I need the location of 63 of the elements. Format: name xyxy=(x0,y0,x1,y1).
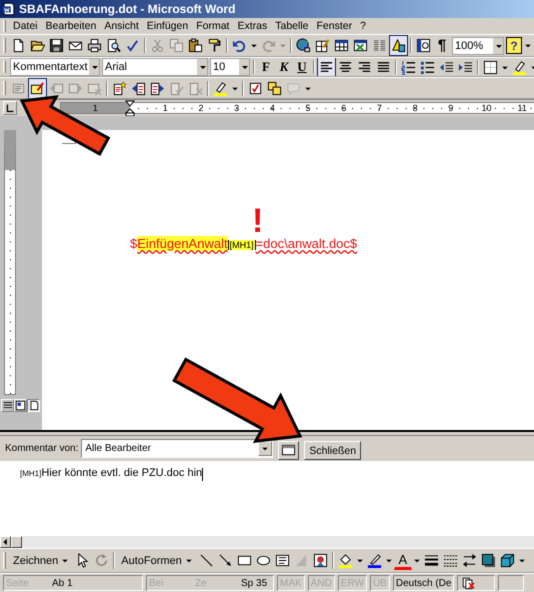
ruler-number: 1 xyxy=(92,103,98,113)
comment-text: Hier könnte evtl. die PZU.doc hin xyxy=(41,467,202,479)
ruler-number: 11 xyxy=(516,103,528,113)
menu-item[interactable]: ? xyxy=(356,20,370,32)
formatting-marks-button[interactable]: ¶ xyxy=(433,35,451,56)
border-icon[interactable] xyxy=(481,58,500,76)
field-code-text: $ xyxy=(130,236,138,251)
reviewer-dropdown[interactable]: Alle Bearbeiter xyxy=(81,439,274,458)
ruler-number: 2 xyxy=(197,103,204,113)
highlighted-text: EinfügenAnwalt xyxy=(137,236,228,251)
zoom-dropdown[interactable]: 100% xyxy=(452,36,504,54)
font-size-dropdown[interactable]: 10 xyxy=(210,58,250,76)
app-icon xyxy=(2,2,16,16)
style-dropdown[interactable]: Kommentartext xyxy=(10,58,100,76)
tab-selector-button[interactable] xyxy=(3,101,17,115)
menu-item[interactable]: Einfügen xyxy=(142,20,192,32)
menu-item[interactable]: Extras xyxy=(233,20,272,32)
exclamation-mark: ! xyxy=(252,204,264,238)
ruler-number: 3 xyxy=(233,103,240,113)
menu-item[interactable]: Datei xyxy=(9,20,42,32)
ruler-number: 10 xyxy=(480,103,492,113)
field-label: Kommentar von: xyxy=(5,443,78,454)
menu-item[interactable]: Format xyxy=(192,20,234,32)
ruler-number: 5 xyxy=(304,103,312,113)
menu-item[interactable]: Ansicht xyxy=(100,20,143,32)
align-left-icon[interactable] xyxy=(317,58,336,76)
font-dropdown[interactable]: Arial xyxy=(102,58,208,76)
status-text: Sp 35 xyxy=(241,578,268,588)
status-text: Ab 1 xyxy=(52,578,73,588)
status-panel xyxy=(498,575,524,591)
menu-item[interactable]: Bearbeiten xyxy=(42,20,100,32)
ruler-number: 9 xyxy=(447,103,454,113)
menu-item[interactable]: Fenster xyxy=(312,20,356,32)
print-layout-icon[interactable] xyxy=(27,399,40,412)
comment-marker[interactable]: [MH1] xyxy=(228,240,256,250)
horizontal-scrollbar[interactable] xyxy=(0,536,534,548)
close-button[interactable]: Schließen xyxy=(304,441,362,460)
new-comment-icon[interactable] xyxy=(28,78,47,98)
indent-marker-icon[interactable] xyxy=(125,100,135,116)
font-color-button[interactable]: A xyxy=(394,552,412,570)
underline-button[interactable]: U xyxy=(293,58,311,76)
numbered-list-icon[interactable] xyxy=(399,58,418,76)
pane-icon[interactable] xyxy=(278,441,300,460)
draw-menu-button[interactable]: Zeichnen xyxy=(9,550,74,571)
comment-marker: [MH1] xyxy=(20,469,42,478)
italic-button[interactable]: K xyxy=(275,58,293,76)
window-title: SBAFAnhoerung.dot - Microsoft Word xyxy=(19,2,236,16)
scroll-thumb[interactable] xyxy=(11,536,22,548)
ruler-number: 4 xyxy=(268,103,276,113)
spelling-status-icon[interactable] xyxy=(460,576,476,590)
ruler-number: 6 xyxy=(340,103,348,113)
status-text: Deutsch (De xyxy=(396,578,452,588)
text-cursor xyxy=(202,468,204,481)
scroll-left-button[interactable] xyxy=(0,536,11,548)
field-code-text: =doc\anwalt.doc$ xyxy=(256,236,358,251)
autoshapes-menu-button[interactable]: AutoFormen xyxy=(117,550,197,571)
menu-item[interactable]: Tabelle xyxy=(271,20,313,32)
help-button[interactable]: ? xyxy=(506,37,522,54)
bold-button[interactable]: F xyxy=(257,58,275,76)
normal-view-icon[interactable] xyxy=(1,399,14,412)
shapes-icon[interactable] xyxy=(389,35,408,56)
web-view-icon[interactable] xyxy=(14,399,27,412)
ruler-number: 8 xyxy=(412,103,419,113)
